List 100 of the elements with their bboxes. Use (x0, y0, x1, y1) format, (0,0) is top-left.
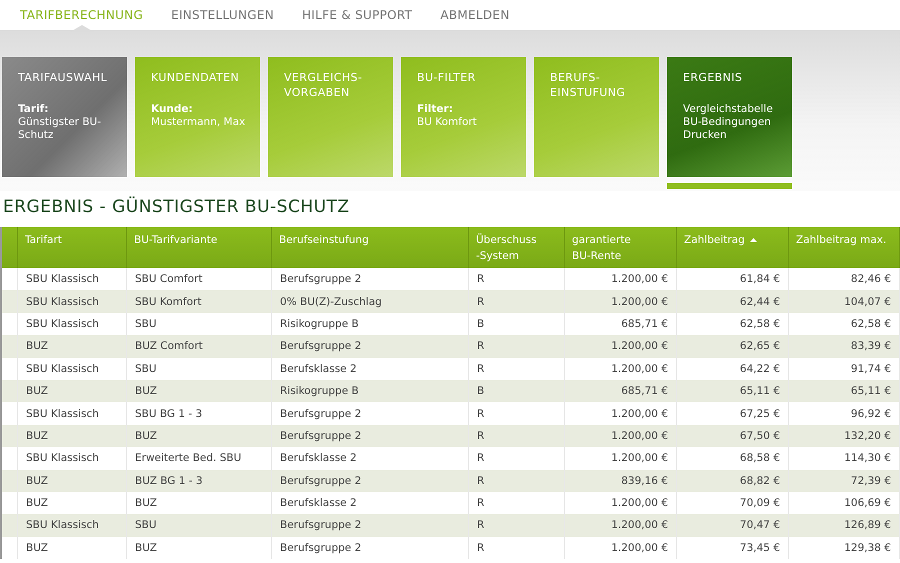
table-cell: SBU Klassisch (18, 514, 127, 537)
table-cell: 1.200,00 € (565, 492, 677, 514)
wizard-step[interactable]: KUNDENDATEN Kunde: Mustermann, Max (135, 57, 260, 177)
table-cell: 1.200,00 € (565, 536, 677, 560)
table-cell: 73,45 € (677, 536, 789, 560)
wizard-step[interactable]: TARIFAUSWAHL Tarif: Günstigster BU-Schutz (2, 57, 127, 177)
table-cell: 129,38 € (789, 536, 900, 560)
step-detail: Günstigster BU-Schutz (18, 116, 102, 142)
table-cell: 106,69 € (789, 492, 900, 514)
table-cell (2, 536, 18, 560)
column-header[interactable]: BU-Tarifvariante (127, 227, 272, 268)
step-detail: BU Komfort (417, 116, 478, 129)
table-cell: BUZ (18, 424, 127, 448)
table-cell (2, 470, 18, 492)
wizard-step[interactable]: ERGEBNIS Vergleichstabelle BU-Bedingungen Drucken (667, 57, 792, 177)
table-cell: BUZ Comfort (127, 335, 272, 358)
table-cell: 65,11 € (677, 380, 789, 402)
table-cell: R (469, 268, 565, 290)
step-title: VERGLEICHS-VORGABEN (284, 70, 364, 100)
table-cell: R (469, 358, 565, 380)
step-link[interactable]: Drucken (683, 129, 782, 142)
table-cell: SBU Klassisch (18, 358, 127, 380)
column-header[interactable]: Überschuss -System (469, 227, 565, 268)
table-cell: R (469, 290, 565, 313)
table-cell: 685,71 € (565, 380, 677, 402)
table-cell (2, 358, 18, 380)
table-cell (2, 290, 18, 313)
table-cell: BUZ BG 1 - 3 (127, 470, 272, 492)
table-cell (2, 380, 18, 402)
table-cell: BUZ (18, 536, 127, 560)
table-cell: Berufsklasse 2 (272, 358, 469, 380)
table-cell: 64,22 € (677, 358, 789, 380)
page-heading: ERGEBNIS - GÜNSTIGSTER BU-SCHUTZ (2, 196, 351, 218)
table-cell (2, 335, 18, 358)
table-cell: SBU (127, 358, 272, 380)
column-header[interactable]: Tarifart (18, 227, 127, 268)
table-cell: B (469, 380, 565, 402)
table-cell: SBU Klassisch (18, 290, 127, 313)
column-header[interactable]: Zahlbeitrag (677, 227, 789, 268)
table-cell: 1.200,00 € (565, 335, 677, 358)
table-cell: 62,44 € (677, 290, 789, 313)
table-cell: BUZ (127, 536, 272, 560)
wizard-step[interactable]: BERUFS-EINSTUFUNG (534, 57, 659, 177)
step-link[interactable]: BU-Bedingungen (683, 116, 782, 129)
step-detail-label: Filter: (417, 103, 454, 116)
table-cell: R (469, 536, 565, 560)
column-header[interactable]: Berufseinstufung (272, 227, 469, 268)
table-cell: 70,47 € (677, 514, 789, 537)
step-title: KUNDENDATEN (151, 70, 240, 85)
table-cell: 70,09 € (677, 492, 789, 514)
table-cell: 0% BU(Z)-Zuschlag (272, 290, 469, 313)
table-cell: BUZ (18, 380, 127, 402)
table-cell: 83,39 € (789, 335, 900, 358)
step-title: TARIFAUSWAHL (18, 70, 108, 85)
table-cell: Berufsgruppe 2 (272, 536, 469, 560)
step-detail-label: Kunde: (151, 103, 194, 116)
step-title: BU-FILTER (417, 70, 477, 85)
table-cell: 132,20 € (789, 424, 900, 448)
step-link[interactable]: Vergleichstabelle (683, 103, 782, 116)
table-cell (2, 268, 18, 290)
step-title: BERUFS-EINSTUFUNG (550, 70, 626, 100)
table-cell: BUZ (127, 380, 272, 402)
table-cell: Berufsklasse 2 (272, 492, 469, 514)
table-cell: 1.200,00 € (565, 424, 677, 448)
table-cell: 72,39 € (789, 470, 900, 492)
table-cell: 61,84 € (677, 268, 789, 290)
column-header[interactable]: Zahlbeitrag max. (789, 227, 900, 268)
step-title: ERGEBNIS (683, 70, 744, 85)
nav-tab[interactable]: EINSTELLUNGEN (157, 0, 288, 30)
table-cell: SBU Klassisch (18, 268, 127, 290)
table-cell (2, 424, 18, 448)
table-cell: Berufsgruppe 2 (272, 335, 469, 358)
table-cell: 1.200,00 € (565, 268, 677, 290)
table-cell: 67,50 € (677, 424, 789, 448)
table-cell: 1.200,00 € (565, 290, 677, 313)
wizard-step[interactable]: BU-FILTER Filter: BU Komfort (401, 57, 526, 177)
table-cell: BUZ (18, 470, 127, 492)
nav-tab[interactable]: ABMELDEN (426, 0, 524, 30)
nav-tab[interactable]: HILFE & SUPPORT (288, 0, 426, 30)
table-cell: 68,82 € (677, 470, 789, 492)
table-cell: R (469, 492, 565, 514)
table-cell: R (469, 335, 565, 358)
table-cell: 839,16 € (565, 470, 677, 492)
table-cell: SBU Komfort (127, 290, 272, 313)
table-cell: BUZ (18, 335, 127, 358)
table-cell (2, 514, 18, 537)
wizard-step[interactable]: VERGLEICHS-VORGABEN (268, 57, 393, 177)
table-cell: Berufsgruppe 2 (272, 514, 469, 537)
table-cell: 1.200,00 € (565, 358, 677, 380)
table-cell: Berufsgruppe 2 (272, 424, 469, 448)
table-cell: R (469, 424, 565, 448)
table-cell: Berufsgruppe 2 (272, 470, 469, 492)
column-header[interactable]: garantierte BU-Rente (565, 227, 677, 268)
table-cell: BUZ (127, 424, 272, 448)
sort-ascending-icon (750, 238, 757, 242)
table-cell: BUZ (127, 492, 272, 514)
table-cell: 82,46 € (789, 268, 900, 290)
table-cell: Berufsgruppe 2 (272, 268, 469, 290)
table-cell: R (469, 470, 565, 492)
table-cell: 126,89 € (789, 514, 900, 537)
